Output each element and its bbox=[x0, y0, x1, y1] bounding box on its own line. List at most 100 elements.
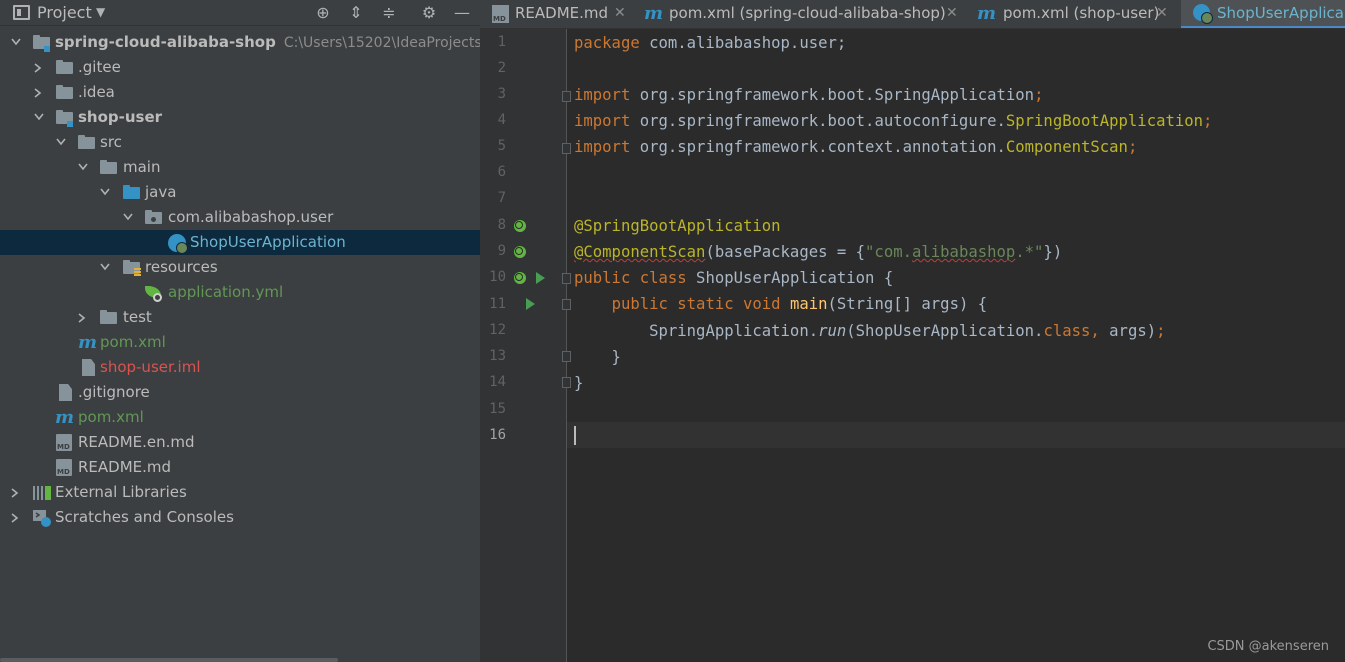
chevron-right-icon[interactable] bbox=[9, 505, 23, 530]
tree-item-shop-user-iml[interactable]: shop-user.iml bbox=[0, 355, 480, 380]
code-line-14: } bbox=[574, 374, 584, 392]
locate-icon[interactable]: ⊕ bbox=[314, 4, 332, 22]
gitignore-file-icon bbox=[59, 384, 72, 401]
tree-item-gitee[interactable]: .gitee bbox=[0, 55, 480, 80]
tab-label: README.md bbox=[515, 4, 609, 22]
chevron-down-icon[interactable] bbox=[98, 180, 112, 205]
line-number: 8 bbox=[497, 217, 506, 233]
tree-item-resources[interactable]: resources bbox=[0, 255, 480, 280]
close-icon[interactable]: ✕ bbox=[946, 0, 958, 27]
tree-item-label: shop-user.iml bbox=[100, 358, 201, 376]
chevron-right-icon[interactable] bbox=[76, 305, 90, 330]
line-number: 5 bbox=[497, 138, 506, 154]
tree-item-package[interactable]: com.alibabashop.user bbox=[0, 205, 480, 230]
line-number: 10 bbox=[489, 269, 506, 285]
tree-item-shop-user[interactable]: shop-user bbox=[0, 105, 480, 130]
tree-item-label: README.md bbox=[78, 458, 172, 476]
horizontal-scrollbar[interactable] bbox=[0, 658, 338, 662]
tree-item-label: .idea bbox=[78, 83, 115, 101]
tab-shop-user-application[interactable]: ShopUserApplica bbox=[1181, 0, 1345, 28]
tree-item-label: .gitee bbox=[78, 58, 121, 76]
hide-icon[interactable]: — bbox=[453, 4, 471, 22]
tree-item-readme-en-md[interactable]: MD README.en.md bbox=[0, 430, 480, 455]
chevron-down-icon[interactable] bbox=[76, 155, 90, 180]
run-icon[interactable] bbox=[526, 298, 535, 310]
tree-item-shop-user-application[interactable]: ShopUserApplication bbox=[0, 230, 480, 255]
tab-label: pom.xml (spring-cloud-alibaba-shop) bbox=[669, 4, 946, 22]
close-icon[interactable]: ✕ bbox=[1156, 0, 1168, 27]
tab-pom-xml-shop-user[interactable]: m pom.xml (shop-user) ✕ bbox=[967, 0, 1177, 28]
watermark: CSDN @akenseren bbox=[1207, 639, 1329, 654]
maven-icon: m bbox=[55, 407, 75, 428]
code-line-4: import org.springframework.boot.autoconf… bbox=[574, 112, 1213, 130]
line-number: 13 bbox=[489, 348, 506, 364]
tree-item-test[interactable]: test bbox=[0, 305, 480, 330]
tree-item-pom-xml-module[interactable]: m pom.xml bbox=[0, 330, 480, 355]
tree-item-scratches[interactable]: Scratches and Consoles bbox=[0, 505, 480, 530]
markdown-icon: MD bbox=[56, 459, 72, 476]
chevron-down-icon[interactable] bbox=[98, 255, 112, 280]
code-line-5: import org.springframework.context.annot… bbox=[574, 138, 1138, 156]
code-editor[interactable]: package com.alibabashop.user; import org… bbox=[567, 29, 1345, 662]
code-line-3: import org.springframework.boot.SpringAp… bbox=[574, 86, 1044, 104]
tree-item-java[interactable]: java bbox=[0, 180, 480, 205]
bean-navigation-icon[interactable] bbox=[514, 272, 526, 284]
tree-item-label: resources bbox=[145, 258, 218, 276]
code-line-13: } bbox=[574, 348, 621, 366]
editor-tab-bar: MD README.md ✕ m pom.xml (spring-cloud-a… bbox=[480, 0, 1345, 29]
scratches-icon bbox=[33, 510, 51, 527]
chevron-down-icon[interactable] bbox=[32, 105, 46, 130]
code-line-10: public class ShopUserApplication { bbox=[574, 269, 894, 287]
maven-icon: m bbox=[78, 332, 98, 353]
chevron-down-icon[interactable] bbox=[9, 30, 23, 55]
project-window-icon bbox=[13, 5, 30, 20]
tree-item-main[interactable]: main bbox=[0, 155, 480, 180]
tree-item-label: java bbox=[145, 183, 177, 201]
markdown-icon: MD bbox=[492, 5, 509, 23]
folder-icon bbox=[56, 85, 73, 99]
tree-item-external-libraries[interactable]: External Libraries bbox=[0, 480, 480, 505]
dropdown-arrow-icon[interactable]: ▼ bbox=[96, 5, 105, 19]
gear-icon[interactable]: ⚙ bbox=[420, 4, 438, 22]
text-caret bbox=[574, 426, 576, 445]
chevron-down-icon[interactable] bbox=[54, 130, 68, 155]
module-badge-icon bbox=[44, 46, 50, 52]
chevron-right-icon[interactable] bbox=[32, 55, 46, 80]
tree-item-pom-xml-root[interactable]: m pom.xml bbox=[0, 405, 480, 430]
tree-item-src[interactable]: src bbox=[0, 130, 480, 155]
expand-all-icon[interactable]: ⇕ bbox=[347, 4, 365, 22]
source-folder-icon bbox=[123, 185, 140, 199]
tab-label: ShopUserApplica bbox=[1217, 4, 1344, 22]
editor-area: MD README.md ✕ m pom.xml (spring-cloud-a… bbox=[480, 0, 1345, 662]
tree-item-readme-md[interactable]: MD README.md bbox=[0, 455, 480, 480]
tree-item-label: spring-cloud-alibaba-shop C:\Users\15202\… bbox=[55, 30, 480, 56]
chevron-right-icon[interactable] bbox=[32, 80, 46, 105]
tab-readme-md[interactable]: MD README.md ✕ bbox=[480, 0, 634, 28]
tree-item-application-yml[interactable]: application.yml bbox=[0, 280, 480, 305]
code-line-9: @ComponentScan(basePackages = {"com.alib… bbox=[574, 243, 1063, 261]
bean-navigation-icon[interactable] bbox=[514, 246, 526, 258]
tree-item-label: main bbox=[123, 158, 161, 176]
project-toolbar: Project ▼ ⊕ ⇕ ≑ ⚙ — bbox=[0, 0, 480, 26]
close-icon[interactable]: ✕ bbox=[614, 0, 626, 27]
line-number: 1 bbox=[497, 34, 506, 50]
package-dot-icon bbox=[151, 217, 156, 222]
tree-item-gitignore[interactable]: .gitignore bbox=[0, 380, 480, 405]
tab-pom-xml-root[interactable]: m pom.xml (spring-cloud-alibaba-shop) ✕ bbox=[634, 0, 967, 28]
current-line-highlight bbox=[567, 422, 1345, 448]
tree-item-label: ShopUserApplication bbox=[190, 233, 346, 251]
code-line-12: SpringApplication.run(ShopUserApplicatio… bbox=[649, 322, 1166, 340]
line-number: 16 bbox=[489, 427, 506, 443]
chevron-right-icon[interactable] bbox=[9, 480, 23, 505]
run-icon[interactable] bbox=[536, 272, 545, 284]
chevron-down-icon[interactable] bbox=[121, 205, 135, 230]
tree-item-idea[interactable]: .idea bbox=[0, 80, 480, 105]
collapse-all-icon[interactable]: ≑ bbox=[380, 4, 398, 22]
line-number: 12 bbox=[489, 322, 506, 338]
bean-navigation-icon[interactable] bbox=[514, 220, 526, 232]
tree-item-spring-cloud-alibaba-shop[interactable]: spring-cloud-alibaba-shop C:\Users\15202\… bbox=[0, 30, 480, 55]
project-view-selector[interactable]: Project bbox=[37, 3, 92, 22]
tree-item-label: application.yml bbox=[168, 283, 284, 301]
line-number: 4 bbox=[497, 112, 506, 128]
tree-item-label: .gitignore bbox=[78, 383, 150, 401]
